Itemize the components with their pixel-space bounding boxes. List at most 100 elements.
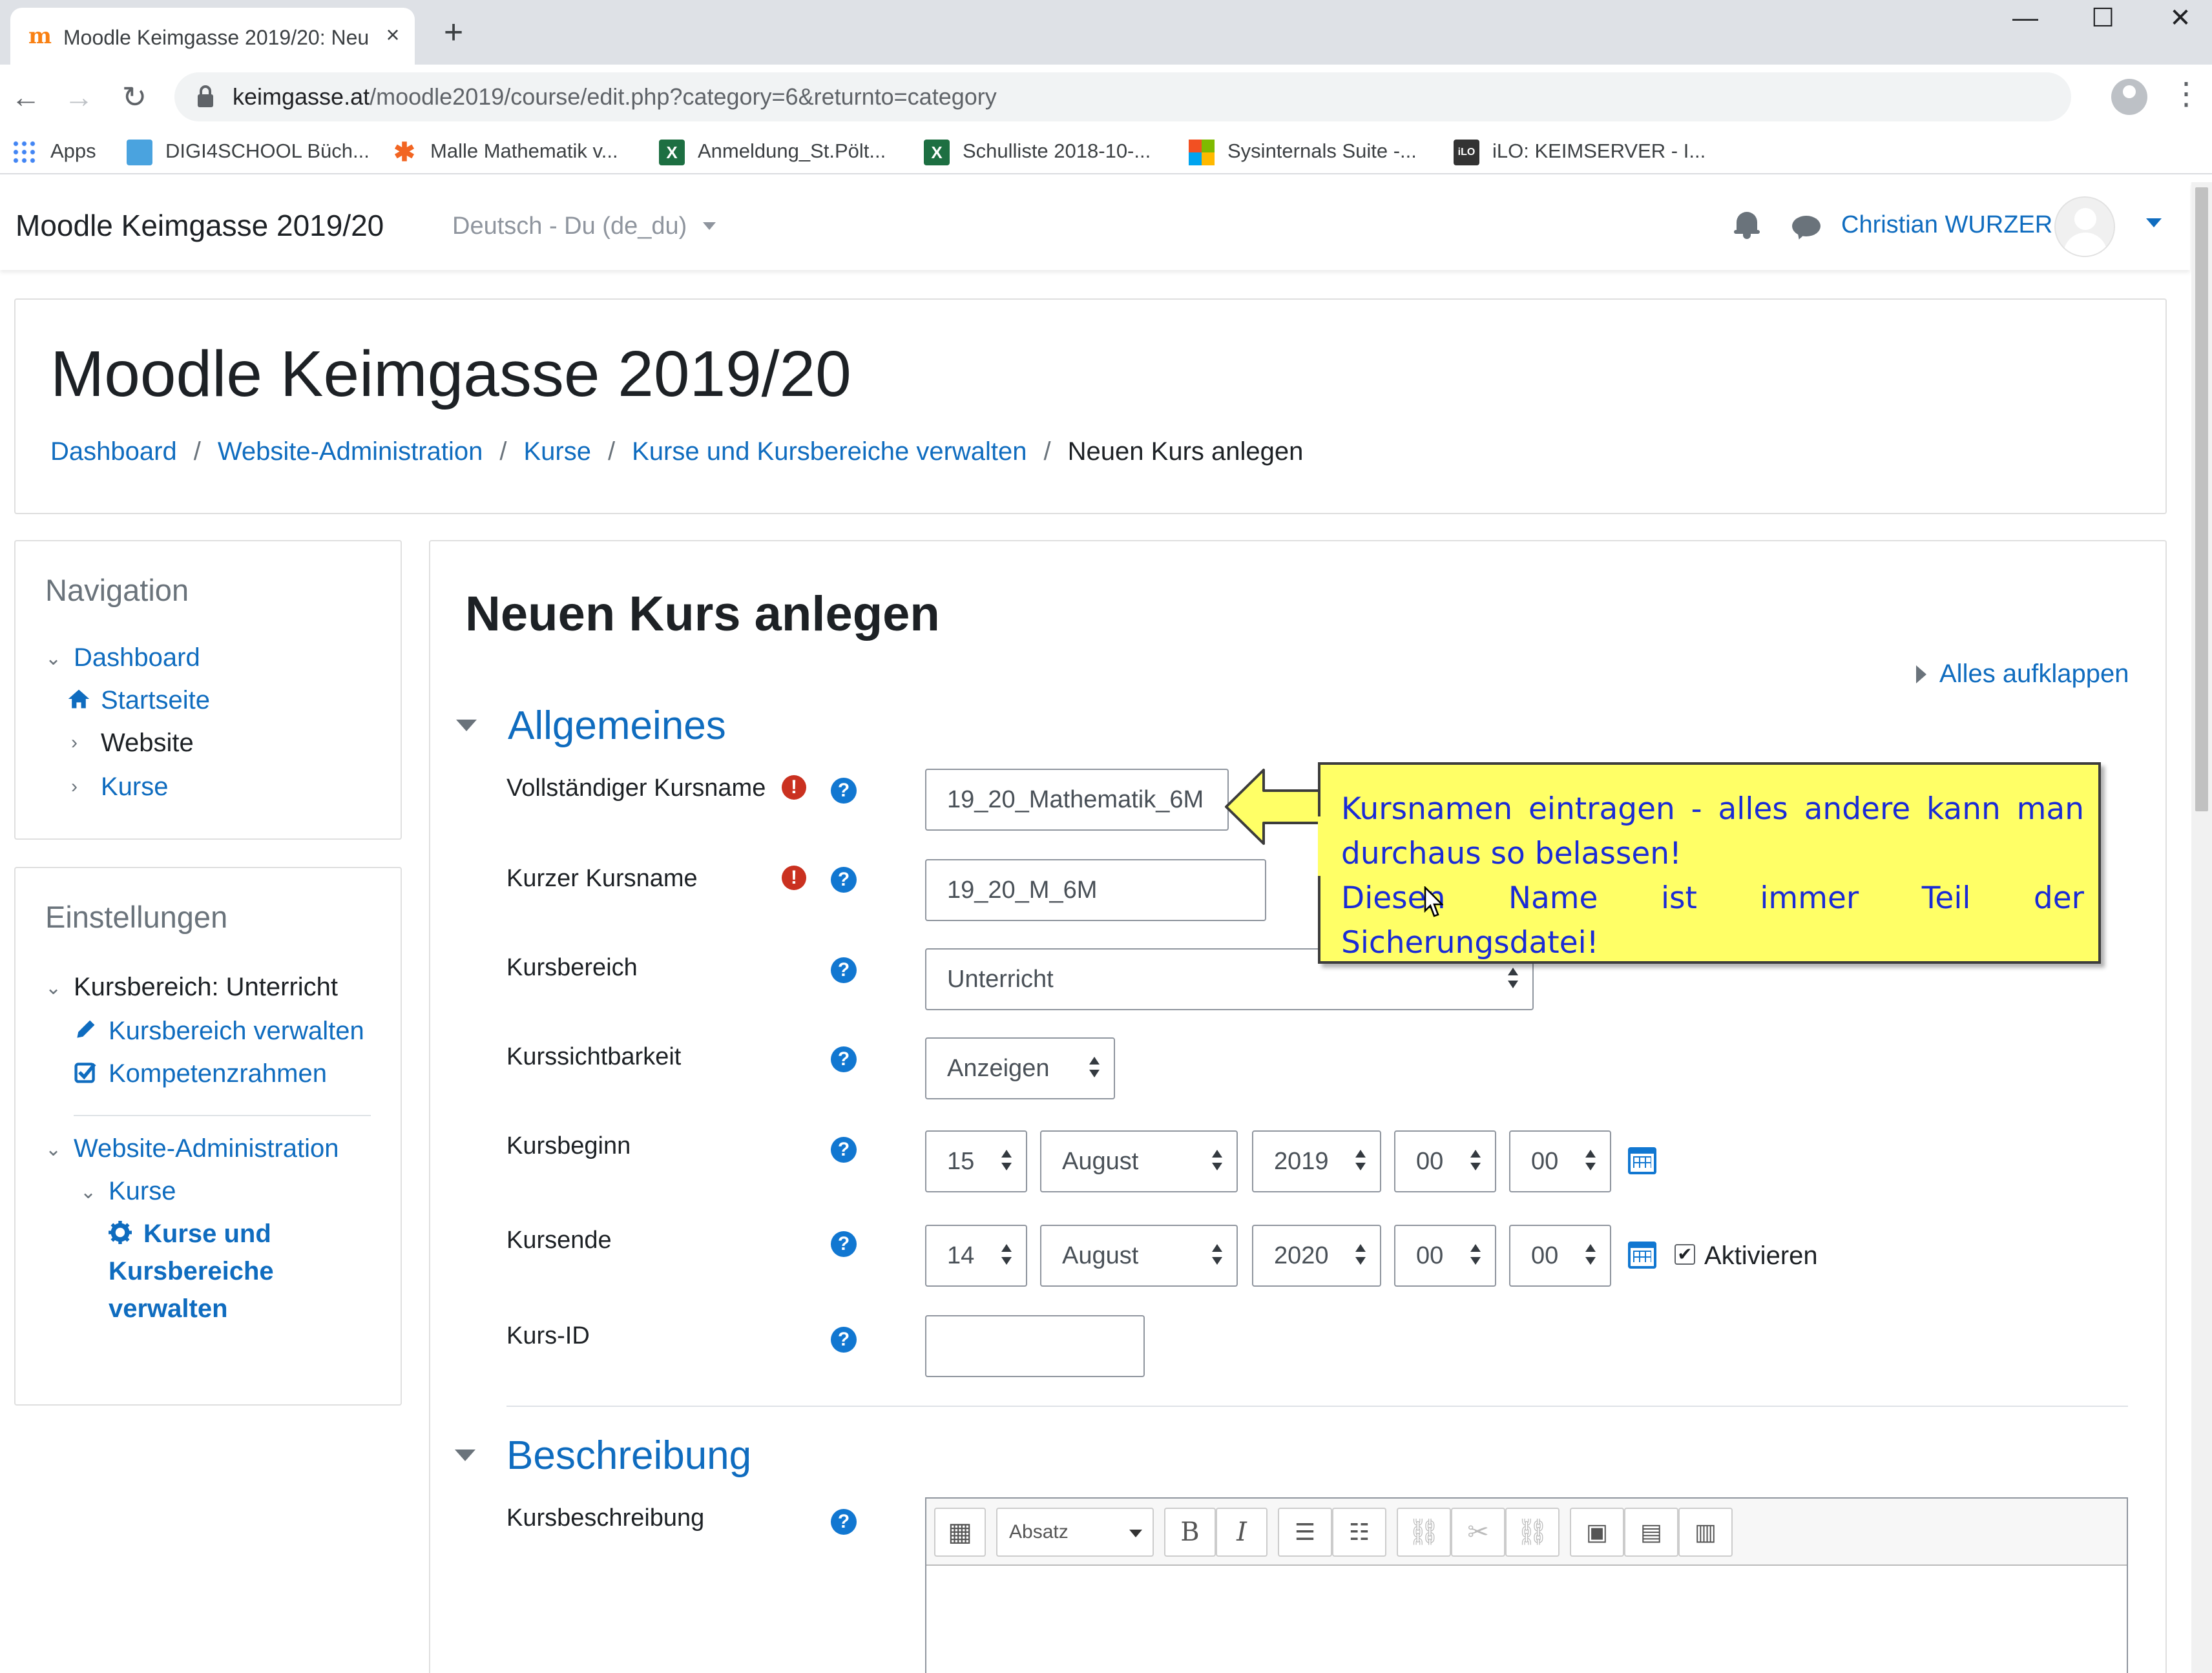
scrollbar-thumb[interactable]: [2195, 187, 2208, 811]
bookmark-apps[interactable]: Apps: [12, 137, 96, 165]
window-close-button[interactable]: ✕: [2145, 0, 2212, 36]
bold-button[interactable]: B: [1164, 1508, 1216, 1557]
nav-item-kurse[interactable]: Kurse: [101, 770, 169, 804]
calendar-icon[interactable]: [1628, 1147, 1656, 1174]
end-minute-select[interactable]: 00: [1509, 1225, 1611, 1287]
fullname-label: Vollständiger Kursname: [506, 774, 766, 802]
user-menu-caret-icon[interactable]: [2146, 218, 2162, 227]
reload-icon[interactable]: ↻: [115, 78, 154, 116]
settings-item-manage-category[interactable]: Kursbereich verwalten: [109, 1014, 364, 1048]
breadcrumb-manage-courses[interactable]: Kurse und Kursbereiche verwalten: [632, 437, 1027, 466]
summary-editor[interactable]: ▦ Absatz B I ☰ ☷ ⛓ ✂ ⛓ ▣ ▤ ▥: [925, 1497, 2128, 1673]
settings-item-manage-courses-3[interactable]: verwalten: [109, 1292, 228, 1325]
start-year-select[interactable]: 2019: [1252, 1130, 1381, 1192]
settings-item-manage-courses-2[interactable]: Kursbereiche: [109, 1254, 274, 1288]
bookmark-ilo[interactable]: iLO iLO: KEIMSERVER - I...: [1454, 137, 1706, 165]
start-hour-select[interactable]: 00: [1394, 1130, 1496, 1192]
breadcrumb-dashboard[interactable]: Dashboard: [50, 437, 177, 466]
numbered-list-icon[interactable]: ☷: [1332, 1508, 1386, 1557]
settings-item-competency[interactable]: Kompetenzrahmen: [109, 1057, 327, 1090]
start-month-select[interactable]: August: [1040, 1130, 1238, 1192]
messages-icon[interactable]: [1792, 216, 1821, 236]
site-brand-link[interactable]: Moodle Keimgasse 2019/20: [16, 208, 384, 243]
keyboard-toggle-icon[interactable]: ▦: [934, 1508, 986, 1557]
bullet-list-icon[interactable]: ☰: [1278, 1508, 1332, 1557]
user-menu-name[interactable]: Christian WURZER: [1841, 209, 2052, 240]
bookmark-malle[interactable]: ✱ Malle Mathematik v...: [391, 137, 618, 165]
new-tab-button[interactable]: +: [435, 14, 472, 50]
shortname-input[interactable]: 19_20_M_6M: [925, 859, 1266, 921]
browser-profile-icon[interactable]: [2111, 79, 2147, 115]
end-enable-label[interactable]: Aktivieren: [1704, 1240, 1818, 1271]
nav-item-website[interactable]: Website: [101, 726, 194, 760]
chevron-right-icon[interactable]: ›: [71, 770, 78, 804]
bookmark-sysinternals[interactable]: Sysinternals Suite -...: [1189, 137, 1417, 165]
help-icon[interactable]: ?: [831, 1509, 857, 1535]
settings-divider: [74, 1115, 371, 1116]
settings-item-category[interactable]: Kursbereich: Unterricht: [74, 970, 338, 1004]
forward-arrow-icon[interactable]: →: [59, 78, 98, 116]
end-enable-checkbox[interactable]: ✔: [1675, 1244, 1695, 1265]
link-icon[interactable]: ⛓: [1397, 1508, 1451, 1557]
bookmark-digi4school[interactable]: DIGI4SCHOOL Büch...: [127, 137, 370, 165]
select-arrows-icon: [1354, 1244, 1367, 1267]
bookmark-schulliste[interactable]: X Schulliste 2018-10-...: [924, 137, 1151, 165]
help-icon[interactable]: ?: [831, 1231, 857, 1257]
fullname-input[interactable]: 19_20_Mathematik_6M: [925, 769, 1229, 831]
end-year-select[interactable]: 2020: [1252, 1225, 1381, 1287]
section-general-title: Allgemeines: [508, 703, 726, 748]
italic-button[interactable]: I: [1216, 1508, 1268, 1557]
start-day-select[interactable]: 15: [925, 1130, 1027, 1192]
page-scrollbar[interactable]: [2191, 182, 2212, 1673]
browser-menu-icon[interactable]: ⋮: [2171, 75, 2202, 114]
address-bar[interactable]: keimgasse.at/moodle2019/course/edit.php?…: [174, 72, 2071, 121]
end-hour-select[interactable]: 00: [1394, 1225, 1496, 1287]
end-day-select[interactable]: 14: [925, 1225, 1027, 1287]
notification-bell-icon[interactable]: [1734, 212, 1760, 240]
nav-item-startseite[interactable]: Startseite: [101, 683, 210, 717]
help-icon[interactable]: ?: [831, 778, 857, 804]
avatar[interactable]: [2054, 196, 2115, 257]
unlink-icon[interactable]: ✂: [1451, 1508, 1505, 1557]
start-date-label: Kursbeginn: [506, 1132, 631, 1159]
media-icon[interactable]: ▤: [1624, 1508, 1678, 1557]
manage-files-icon[interactable]: ▥: [1678, 1508, 1733, 1557]
chevron-down-icon[interactable]: ⌄: [45, 642, 61, 676]
visibility-select[interactable]: Anzeigen: [925, 1037, 1115, 1099]
form-title: Neuen Kurs anlegen: [465, 587, 940, 641]
help-icon[interactable]: ?: [831, 1046, 857, 1072]
idnumber-input[interactable]: [925, 1315, 1145, 1377]
language-menu[interactable]: Deutsch - Du (de_du): [452, 211, 716, 242]
back-arrow-icon[interactable]: ←: [6, 78, 45, 116]
end-month-select[interactable]: August: [1040, 1225, 1238, 1287]
image-icon[interactable]: ▣: [1570, 1508, 1624, 1557]
help-icon[interactable]: ?: [831, 957, 857, 983]
settings-item-kurse[interactable]: Kurse: [109, 1174, 176, 1208]
section-divider: [506, 1406, 2128, 1407]
chevron-down-icon[interactable]: ⌄: [45, 1133, 61, 1167]
nav-item-dashboard[interactable]: Dashboard: [74, 641, 200, 674]
chevron-down-icon[interactable]: ⌄: [80, 1176, 96, 1209]
expand-all-link[interactable]: Alles aufklappen: [1916, 658, 2129, 690]
chevron-right-icon[interactable]: ›: [71, 726, 78, 760]
breadcrumb-courses[interactable]: Kurse: [523, 437, 591, 466]
start-minute-select[interactable]: 00: [1509, 1130, 1611, 1192]
select-arrows-icon: [1088, 1057, 1101, 1080]
chevron-down-icon[interactable]: ⌄: [45, 972, 61, 1005]
settings-item-manage-courses-1[interactable]: Kurse und: [143, 1217, 271, 1251]
help-icon[interactable]: ?: [831, 1137, 857, 1163]
help-icon[interactable]: ?: [831, 867, 857, 893]
calendar-icon[interactable]: [1628, 1242, 1656, 1269]
bookmark-anmeldung[interactable]: X Anmeldung_St.Pölt...: [659, 137, 886, 165]
help-icon[interactable]: ?: [831, 1327, 857, 1353]
window-maximize-button[interactable]: ☐: [2067, 0, 2138, 36]
browser-tab-active[interactable]: m Moodle Keimgasse 2019/20: Neu ×: [10, 8, 415, 65]
paragraph-format-select[interactable]: Absatz: [996, 1508, 1154, 1557]
breadcrumb-site-admin[interactable]: Website-Administration: [218, 437, 483, 466]
settings-item-site-admin[interactable]: Website-Administration: [74, 1132, 339, 1165]
window-minimize-button[interactable]: —: [1990, 0, 2061, 36]
select-arrows-icon: [1211, 1244, 1224, 1267]
tab-close-icon[interactable]: ×: [380, 22, 406, 48]
anchor-link-icon[interactable]: ⛓: [1505, 1508, 1560, 1557]
browser-toolbar: ← → ↻ keimgasse.at/moodle2019/course/edi…: [0, 65, 2212, 129]
